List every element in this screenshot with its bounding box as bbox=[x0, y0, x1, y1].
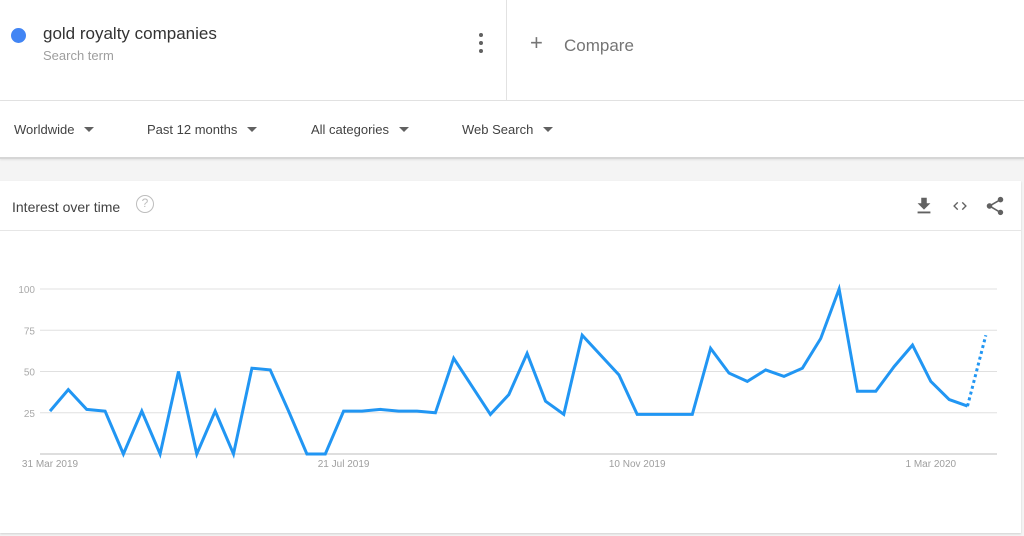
data-point bbox=[413, 407, 421, 415]
data-point bbox=[798, 364, 806, 372]
data-point bbox=[578, 331, 586, 339]
data-point bbox=[505, 391, 513, 399]
data-point bbox=[780, 372, 788, 380]
y-tick-label: 75 bbox=[24, 326, 36, 337]
data-point bbox=[541, 397, 549, 405]
data-point bbox=[982, 331, 990, 339]
data-point bbox=[468, 382, 476, 390]
y-tick-label: 25 bbox=[24, 409, 36, 420]
data-point bbox=[688, 410, 696, 418]
x-tick-label: 10 Nov 2019 bbox=[609, 459, 666, 470]
data-point bbox=[340, 407, 348, 415]
x-axis-ticks: 31 Mar 2019 21 Jul 2019 10 Nov 2019 1 Mar 2… bbox=[22, 459, 957, 470]
data-point bbox=[358, 407, 366, 415]
data-point bbox=[872, 387, 880, 395]
y-tick-label: 50 bbox=[24, 368, 36, 379]
interest-over-time-chart: 25 50 75 100 31 Mar 2019 21 Jul 2019 10 Nov 2… bbox=[18, 283, 997, 470]
data-point bbox=[450, 354, 458, 362]
data-point bbox=[707, 344, 715, 352]
data-point bbox=[670, 410, 678, 418]
data-point bbox=[633, 410, 641, 418]
data-point bbox=[743, 377, 751, 385]
data-point bbox=[652, 410, 660, 418]
data-point bbox=[230, 450, 238, 458]
data-point bbox=[560, 410, 568, 418]
data-point bbox=[193, 450, 201, 458]
data-point bbox=[762, 366, 770, 374]
y-axis-ticks: 25 50 75 100 bbox=[18, 285, 35, 420]
series-line-partial bbox=[966, 334, 988, 407]
x-tick-label: 21 Jul 2019 bbox=[318, 459, 370, 470]
data-point bbox=[725, 369, 733, 377]
data-point bbox=[285, 407, 293, 415]
data-point bbox=[964, 402, 972, 410]
data-point bbox=[101, 407, 109, 415]
data-point bbox=[64, 386, 72, 394]
data-point bbox=[211, 407, 219, 415]
data-point bbox=[835, 285, 843, 293]
data-point bbox=[853, 387, 861, 395]
data-point bbox=[431, 409, 439, 417]
data-point bbox=[83, 405, 91, 413]
data-point bbox=[817, 335, 825, 343]
data-point bbox=[615, 371, 623, 379]
data-point bbox=[119, 450, 127, 458]
data-point bbox=[303, 450, 311, 458]
data-point bbox=[138, 407, 146, 415]
data-point bbox=[523, 349, 531, 357]
data-point bbox=[927, 377, 935, 385]
data-point bbox=[376, 405, 384, 413]
x-tick-label: 31 Mar 2019 bbox=[22, 459, 79, 470]
data-point bbox=[321, 450, 329, 458]
data-point bbox=[174, 368, 182, 376]
data-point bbox=[156, 450, 164, 458]
x-tick-label: 1 Mar 2020 bbox=[906, 459, 957, 470]
data-point bbox=[945, 396, 953, 404]
data-point bbox=[597, 351, 605, 359]
data-point bbox=[486, 410, 494, 418]
data-point bbox=[248, 364, 256, 372]
data-point bbox=[890, 363, 898, 371]
y-tick-label: 100 bbox=[18, 285, 35, 296]
data-point bbox=[46, 407, 54, 415]
data-point bbox=[908, 341, 916, 349]
data-point bbox=[266, 366, 274, 374]
data-point bbox=[395, 407, 403, 415]
